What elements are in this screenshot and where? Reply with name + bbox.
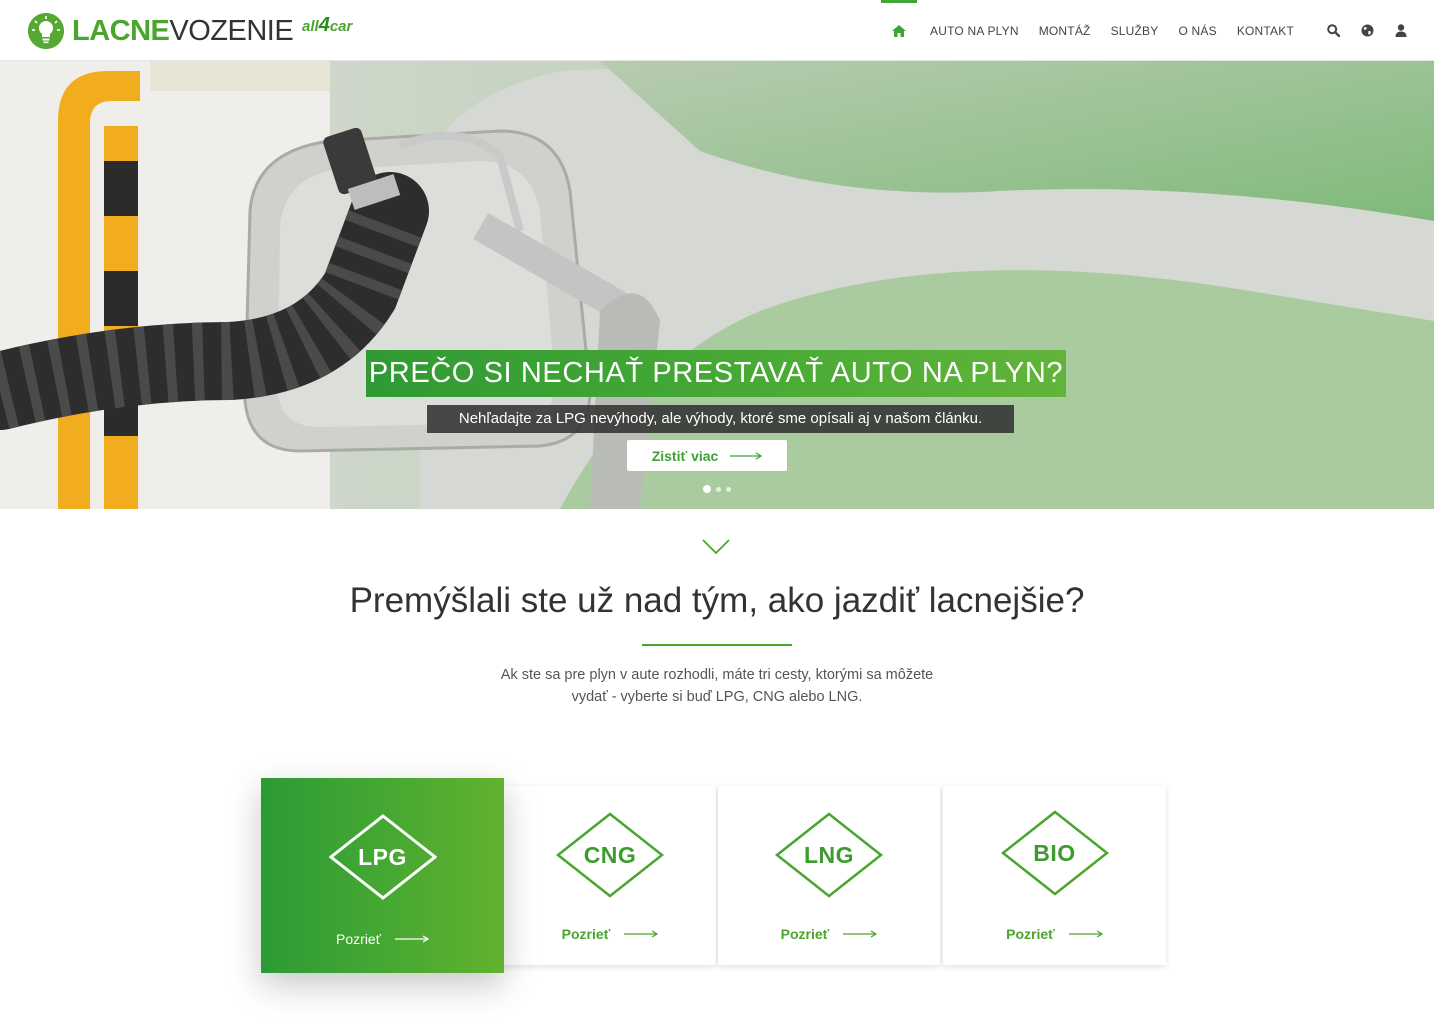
- user-icon: [1395, 24, 1407, 37]
- nav-item-montaz[interactable]: MONTÁŽ: [1039, 24, 1091, 38]
- main-nav: AUTO NA PLYN MONTÁŽ SLUŽBY O NÁS KONTAKT: [880, 0, 1304, 61]
- site-header: LACNEVOZENIE all4car AUTO NA PLYN MONTÁŽ…: [0, 0, 1434, 61]
- slider-dot-1[interactable]: [703, 485, 711, 493]
- lpg-more-label: Pozrieť: [336, 931, 381, 947]
- fuel-label-lng: LNG: [803, 841, 855, 868]
- hero-more-label: Zistiť viac: [651, 447, 719, 464]
- nav-item-o-nas[interactable]: O NÁS: [1178, 24, 1216, 38]
- language-button[interactable]: [1350, 14, 1384, 48]
- intro-divider: [642, 644, 792, 646]
- hero-title: PREČO SI NECHAŤ PRESTAVAŤ AUTO NA PLYN?: [366, 350, 1066, 397]
- search-icon: [1326, 24, 1340, 37]
- fuel-card-lng[interactable]: LNG Pozrieť: [718, 786, 940, 965]
- arrow-right-icon: [730, 451, 763, 460]
- fuel-card-bio[interactable]: BIO Pozrieť: [943, 786, 1166, 965]
- nav-home[interactable]: [880, 0, 918, 61]
- site-logo[interactable]: LACNEVOZENIE: [28, 13, 294, 49]
- lpg-more-link[interactable]: Pozrieť: [336, 931, 429, 947]
- lng-badge: LNG: [775, 812, 883, 898]
- lpg-badge: LPG: [328, 814, 437, 900]
- hero-more-button[interactable]: Zistiť viac: [627, 440, 787, 471]
- bio-badge: BIO: [1000, 810, 1109, 896]
- arrow-right-icon: [843, 930, 878, 938]
- fuel-label-lpg: LPG: [358, 843, 407, 870]
- lng-more-label: Pozrieť: [780, 926, 830, 942]
- lng-more-link[interactable]: Pozrieť: [781, 926, 878, 942]
- arrow-right-icon: [1068, 930, 1103, 938]
- partner-logo-all4car[interactable]: all4car: [302, 14, 352, 37]
- search-button[interactable]: [1316, 14, 1350, 48]
- slider-dot-3[interactable]: [726, 486, 731, 492]
- intro-title: Premýšlali ste už nad tým, ako jazdiť la…: [349, 581, 1085, 620]
- bio-more-link[interactable]: Pozrieť: [1006, 926, 1103, 942]
- arrow-right-icon: [394, 935, 429, 943]
- nav-item-auto-na-plyn[interactable]: AUTO NA PLYN: [930, 24, 1019, 38]
- fuel-card-cng[interactable]: CNG Pozrieť: [490, 786, 716, 965]
- cng-more-link[interactable]: Pozrieť: [562, 926, 659, 942]
- header-tools: [1316, 0, 1418, 61]
- slider-dot-2[interactable]: [716, 486, 721, 492]
- hero-subtitle: Nehľadajte za LPG nevýhody, ale výhody, …: [427, 405, 1014, 433]
- nav-item-kontakt[interactable]: KONTAKT: [1237, 24, 1294, 38]
- fuel-card-lpg[interactable]: LPG Pozrieť: [261, 778, 504, 973]
- fuel-label-cng: CNG: [583, 841, 637, 868]
- cng-badge: CNG: [556, 812, 664, 898]
- logo-wordmark: LACNEVOZENIE: [72, 15, 294, 47]
- fuel-label-bio: BIO: [1033, 839, 1076, 866]
- lightbulb-logo-icon: [28, 13, 64, 49]
- intro-text: Ak ste sa pre plyn v aute rozhodli, máte…: [500, 667, 934, 705]
- nav-item-sluzby[interactable]: SLUŽBY: [1111, 24, 1159, 38]
- slider-pagination: [703, 485, 731, 493]
- arrow-right-icon: [624, 930, 659, 938]
- chevron-down-icon[interactable]: [702, 539, 730, 555]
- cng-more-label: Pozrieť: [561, 926, 611, 942]
- account-button[interactable]: [1384, 14, 1418, 48]
- hero-slider: PREČO SI NECHAŤ PRESTAVAŤ AUTO NA PLYN? …: [0, 61, 1434, 509]
- home-icon: [892, 24, 907, 37]
- bio-more-label: Pozrieť: [1006, 926, 1055, 942]
- globe-icon: [1361, 24, 1373, 37]
